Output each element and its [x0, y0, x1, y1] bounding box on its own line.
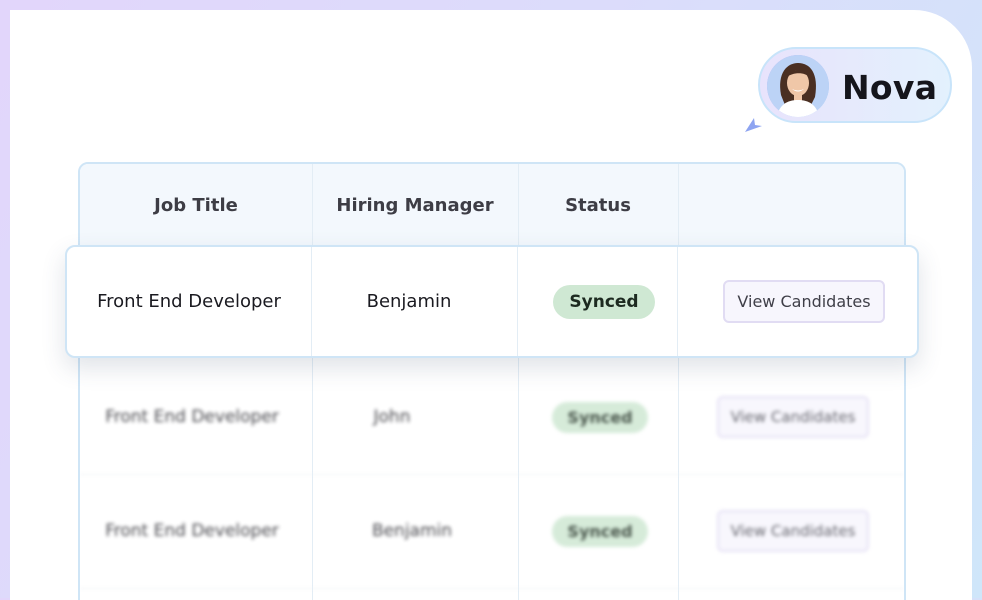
assistant-name: Nova — [842, 68, 938, 107]
column-header-status[interactable]: Status — [518, 164, 678, 246]
column-header-job-title[interactable]: Job Title — [80, 164, 312, 246]
table-row: Front End Developer Benjamin Synced View… — [80, 474, 904, 589]
column-header-hiring-manager[interactable]: Hiring Manager — [312, 164, 518, 246]
table-row: Front End Developer John Synced View Can… — [80, 360, 904, 475]
column-header-actions — [678, 164, 904, 246]
hiring-manager-cell: Benjamin — [366, 291, 452, 312]
status-badge: Synced — [552, 401, 648, 433]
view-candidates-button[interactable]: View Candidates — [716, 396, 870, 438]
view-candidates-button[interactable]: View Candidates — [716, 510, 870, 552]
app-canvas: Nova Job Title Hiring Manager Status Fro… — [10, 10, 972, 600]
highlighted-table-row[interactable]: Front End Developer Benjamin Synced View… — [65, 245, 919, 358]
job-title-cell: Front End Developer — [105, 521, 279, 541]
status-badge: Synced — [553, 284, 655, 319]
hiring-manager-cell: Benjamin — [371, 521, 453, 541]
cursor-pointer-icon — [745, 118, 762, 132]
assistant-avatar — [767, 55, 829, 117]
status-badge: Synced — [552, 515, 648, 547]
avatar-person-icon — [767, 55, 829, 117]
job-title-cell: Front End Developer — [105, 407, 279, 427]
assistant-badge[interactable]: Nova — [758, 47, 952, 123]
jobs-table: Job Title Hiring Manager Status Front En… — [78, 162, 906, 600]
view-candidates-button[interactable]: View Candidates — [723, 280, 885, 323]
job-title-cell: Front End Developer — [97, 291, 281, 312]
hiring-manager-cell: John — [373, 407, 411, 427]
table-header: Job Title Hiring Manager Status — [80, 164, 904, 247]
